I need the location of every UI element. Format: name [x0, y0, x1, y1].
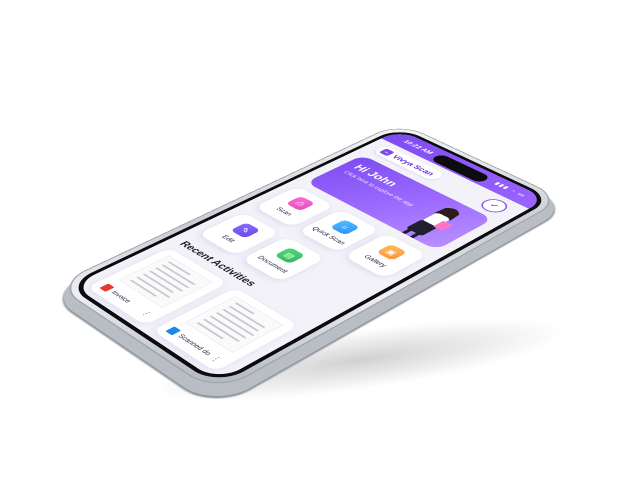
document-icon: ▤ — [274, 247, 305, 264]
woman-illustration — [386, 197, 480, 246]
scan-label: Scan — [274, 206, 294, 216]
pdf-file-icon — [99, 283, 114, 291]
profile-button[interactable]: ✔ — [476, 196, 512, 215]
more-options-icon[interactable]: ⋮ — [139, 309, 154, 318]
logo-icon: ⌁ — [379, 148, 395, 156]
phone: 10:22 AM ▮▮▮ ◔ ▭ ⌁ Vivya Scan ✔ Hi John … — [56, 123, 562, 392]
doc-file-icon — [165, 326, 181, 335]
dynamic-island — [430, 153, 491, 183]
scan-icon: ⎙ — [286, 195, 316, 210]
edit-icon: ✎ — [230, 222, 261, 238]
edit-label: Edit — [220, 234, 237, 243]
check-icon: ✔ — [487, 202, 501, 209]
gallery-icon: ▣ — [376, 243, 407, 260]
device-mockup: 10:22 AM ▮▮▮ ◔ ▭ ⌁ Vivya Scan ✔ Hi John … — [0, 0, 640, 479]
quick-scan-icon: ⌗ — [330, 219, 360, 235]
more-options-icon[interactable]: ⋮ — [208, 354, 224, 363]
